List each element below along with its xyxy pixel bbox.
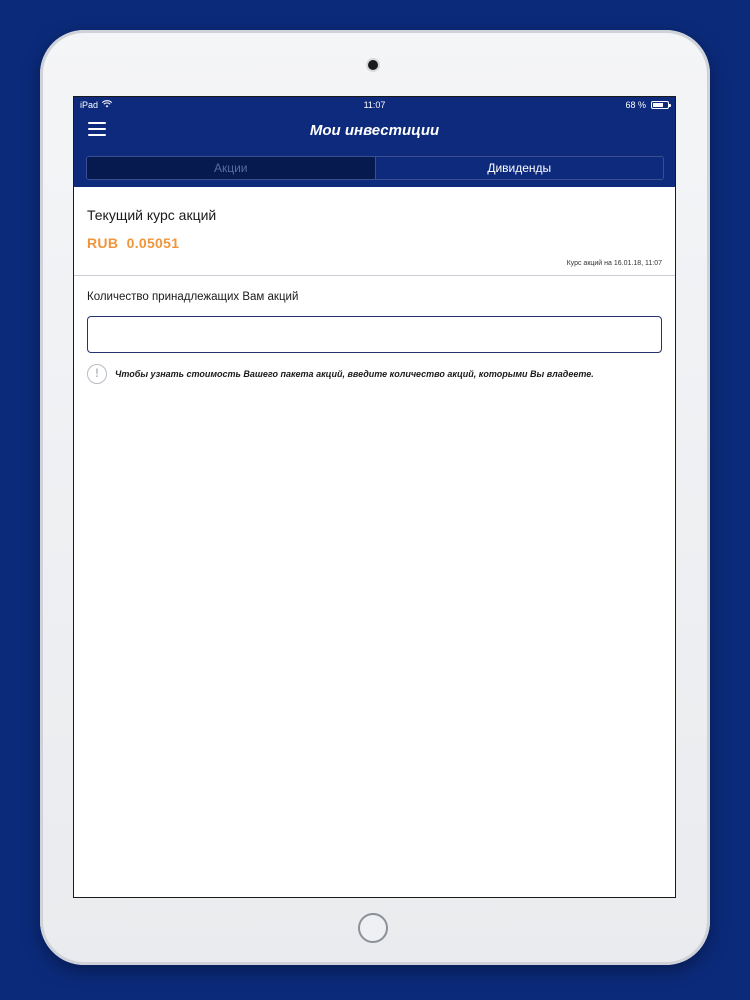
- ipad-device-frame: iPad 11:07 68 % Мои инвестиции Акции Див…: [40, 30, 710, 965]
- front-camera: [368, 60, 378, 70]
- tabs-segmented-control: Акции Дивиденды: [86, 156, 664, 180]
- rate-value: RUB 0.05051: [87, 235, 180, 251]
- rate-title: Текущий курс акций: [87, 207, 217, 223]
- page-title: Мои инвестиции: [309, 122, 440, 139]
- tab-dividends[interactable]: Дивиденды: [374, 157, 663, 179]
- info-text: Чтобы узнать стоимость Вашего пакета акц…: [115, 369, 594, 379]
- current-rate-section: Текущий курс акций RUB 0.05051 Курс акци…: [74, 187, 675, 276]
- app-screen: iPad 11:07 68 % Мои инвестиции Акции Див…: [73, 96, 676, 898]
- info-hint: ! Чтобы узнать стоимость Вашего пакета а…: [87, 364, 594, 384]
- battery-icon: [651, 101, 671, 109]
- exclamation-circle-icon: !: [87, 364, 107, 384]
- quantity-label: Количество принадлежащих Вам акций: [87, 291, 299, 303]
- battery-percent: 68 %: [625, 100, 646, 110]
- share-quantity-input[interactable]: [87, 316, 662, 353]
- clock: 11:07: [363, 100, 386, 110]
- tab-shares[interactable]: Акции: [87, 157, 375, 179]
- status-bar: iPad 11:07 68 %: [74, 97, 675, 113]
- battery-level-fill: [653, 103, 663, 107]
- app-header: iPad 11:07 68 % Мои инвестиции Акции Див…: [74, 97, 675, 187]
- home-button[interactable]: [358, 913, 388, 943]
- rate-timestamp: Курс акций на 16.01.18, 11:07: [566, 260, 662, 267]
- status-right: 68 %: [625, 97, 671, 113]
